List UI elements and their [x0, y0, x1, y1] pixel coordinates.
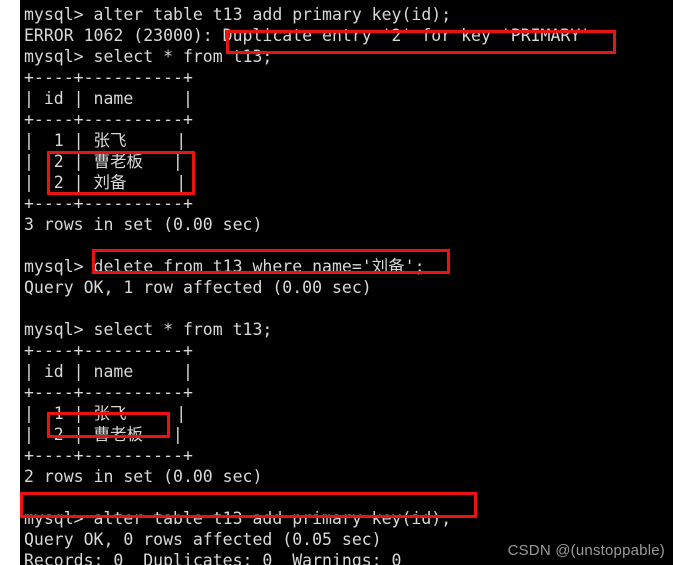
terminal-line: +----+----------+ — [24, 68, 193, 87]
terminal-output: mysql> alter table t13 add primary key(i… — [24, 4, 673, 565]
terminal-line: mysql> select * from t13; — [24, 320, 273, 339]
terminal-line: | 1 | 张飞 | — [24, 404, 187, 423]
terminal-line: +----+----------+ — [24, 341, 193, 360]
terminal-line: +----+----------+ — [24, 110, 193, 129]
terminal-line: | 1 | 张飞 | — [24, 131, 187, 150]
terminal-line: ERROR 1062 (23000): Duplicate entry '2' … — [24, 26, 591, 45]
terminal-line: mysql> select * from t13; — [24, 47, 273, 66]
terminal-line: 2 rows in set (0.00 sec) — [24, 467, 263, 486]
terminal-line: | 2 | 刘备 | — [24, 173, 187, 192]
terminal-line: 3 rows in set (0.00 sec) — [24, 215, 263, 234]
terminal-line: | 2 | 曹老板 | — [24, 425, 183, 444]
terminal-line: mysql> alter table t13 add primary key(i… — [24, 509, 452, 528]
screenshot-root: mysql> alter table t13 add primary key(i… — [0, 0, 673, 565]
csdn-watermark: CSDN @(unstoppable) — [507, 542, 665, 559]
terminal-line: | id | name | — [24, 362, 193, 381]
terminal-line: mysql> delete from t13 where name='刘备'; — [24, 257, 425, 276]
terminal-line: +----+----------+ — [24, 194, 193, 213]
terminal-line: +----+----------+ — [24, 383, 193, 402]
terminal-line: | id | name | — [24, 89, 193, 108]
terminal-line: Query OK, 1 row affected (0.00 sec) — [24, 278, 372, 297]
terminal-line: mysql> alter table t13 add primary key(i… — [24, 5, 452, 24]
terminal-window[interactable]: mysql> alter table t13 add primary key(i… — [20, 0, 673, 565]
terminal-line: | 2 | 曹老板 | — [24, 152, 183, 171]
terminal-line: +----+----------+ — [24, 446, 193, 465]
